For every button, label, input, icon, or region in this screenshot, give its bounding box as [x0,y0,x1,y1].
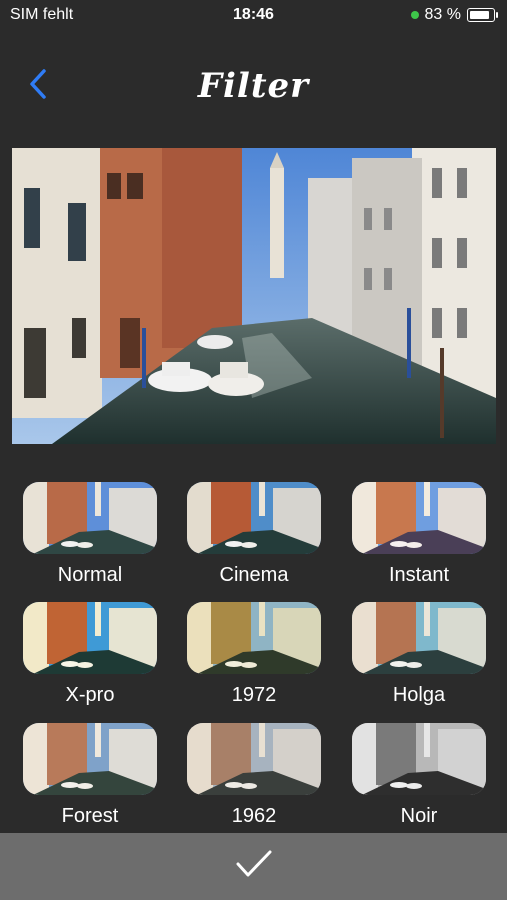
filter-label: Noir [400,805,438,827]
filter-thumbnail [23,482,157,554]
filter-thumbnail [23,602,157,674]
filter-thumbnail [187,482,321,554]
filter-label: Cinema [219,564,289,586]
battery-status: 83 % [410,6,498,24]
page-title: Filter [197,66,310,106]
checkmark-icon [236,850,271,877]
filter-thumbnail [187,723,321,795]
preview-image [12,148,496,444]
filter-normal[interactable]: Normal [23,482,157,587]
filter-thumbnail [23,723,157,795]
filter-cinema[interactable]: Cinema [187,482,321,587]
filter-label: X-pro [65,684,115,706]
filter-thumbnail [187,602,321,674]
battery-percent: 83 % [424,6,461,23]
confirm-bar [0,833,507,900]
filter-label: Holga [392,684,446,706]
filter-thumbnail [352,482,486,554]
filter-label: Forest [61,805,119,827]
filter-thumbnail [352,602,486,674]
filter-instant[interactable]: Instant [352,482,486,587]
filter-label: Normal [57,564,123,586]
filter-forest[interactable]: Forest [23,723,157,828]
status-bar: SIM fehlt 18:46 83 % [0,0,507,30]
filter-holga[interactable]: Holga [352,602,486,707]
confirm-button[interactable] [234,849,274,884]
filter-label: 1962 [231,805,277,827]
filter-label: 1972 [231,684,277,706]
filter-x-pro[interactable]: X-pro [23,602,157,707]
filter-thumbnail [352,723,486,795]
filter-noir[interactable]: Noir [352,723,486,828]
filter-1962[interactable]: 1962 [187,723,321,828]
filter-1972[interactable]: 1972 [187,602,321,707]
charging-dot-icon [410,11,419,19]
battery-icon [467,8,498,22]
filter-label: Instant [388,564,450,586]
